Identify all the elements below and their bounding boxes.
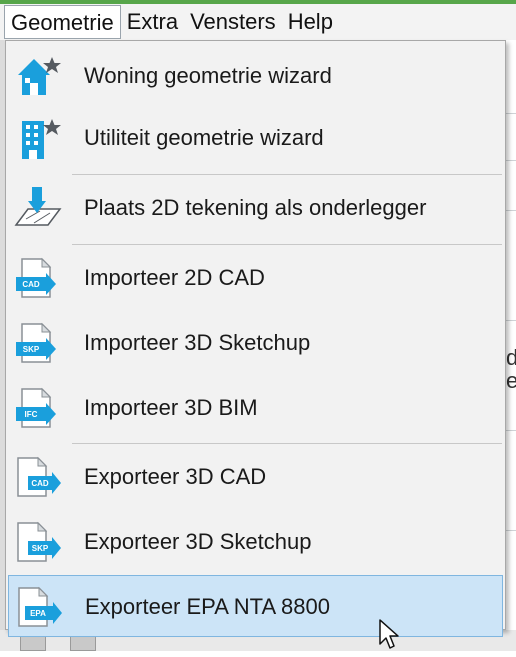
menu-separator bbox=[72, 244, 502, 245]
menu-vensters[interactable]: Vensters bbox=[184, 5, 282, 39]
svg-text:CAD: CAD bbox=[22, 280, 40, 289]
background-text: e bbox=[506, 368, 516, 393]
svg-text:EPA: EPA bbox=[30, 609, 46, 618]
menu-item-label: Importeer 3D Sketchup bbox=[84, 330, 311, 355]
place-drawing-icon bbox=[14, 185, 62, 231]
export-epa-icon: EPA bbox=[15, 584, 63, 630]
building-wizard-icon bbox=[14, 115, 62, 161]
menu-item-exporteer-3d-cad[interactable]: CAD Exporteer 3D CAD bbox=[8, 446, 503, 508]
import-skp-icon: SKP bbox=[14, 320, 62, 366]
menu-item-importeer-3d-bim[interactable]: IFC Importeer 3D BIM bbox=[8, 377, 503, 439]
import-cad-icon: CAD bbox=[14, 255, 62, 301]
menu-item-plaats-onderlegger[interactable]: Plaats 2D tekening als onderlegger bbox=[8, 177, 503, 239]
menu-item-label: Exporteer EPA NTA 8800 bbox=[85, 594, 330, 619]
export-cad-icon: CAD bbox=[14, 454, 62, 500]
svg-text:SKP: SKP bbox=[23, 345, 40, 354]
svg-text:SKP: SKP bbox=[32, 544, 49, 553]
menu-item-importeer-2d-cad[interactable]: CAD Importeer 2D CAD bbox=[8, 247, 503, 309]
import-ifc-icon: IFC bbox=[14, 385, 62, 431]
menu-extra[interactable]: Extra bbox=[121, 5, 184, 39]
svg-text:CAD: CAD bbox=[31, 479, 49, 488]
menu-item-exporteer-3d-sketchup[interactable]: SKP Exporteer 3D Sketchup bbox=[8, 511, 503, 573]
menu-help[interactable]: Help bbox=[282, 5, 339, 39]
svg-text:IFC: IFC bbox=[25, 410, 38, 419]
menu-item-label: Plaats 2D tekening als onderlegger bbox=[84, 195, 427, 220]
menu-geometrie[interactable]: Geometrie bbox=[4, 5, 121, 39]
menu-item-label: Exporteer 3D CAD bbox=[84, 464, 267, 489]
menu-item-label: Utiliteit geometrie wizard bbox=[84, 125, 324, 150]
geometrie-dropdown-menu: Woning geometrie wizard Utiliteit geomet… bbox=[5, 40, 506, 637]
menu-bar: Geometrie Extra Vensters Help bbox=[0, 4, 516, 40]
menu-item-label: Importeer 2D CAD bbox=[84, 265, 265, 290]
mouse-cursor-icon bbox=[378, 618, 404, 652]
menu-separator bbox=[72, 174, 502, 175]
export-skp-icon: SKP bbox=[14, 519, 62, 565]
menu-item-importeer-3d-sketchup[interactable]: SKP Importeer 3D Sketchup bbox=[8, 312, 503, 374]
menu-separator bbox=[72, 443, 502, 444]
menu-item-label: Exporteer 3D Sketchup bbox=[84, 529, 312, 554]
menu-item-label: Importeer 3D BIM bbox=[84, 395, 258, 420]
menu-item-exporteer-epa-nta-8800[interactable]: EPA Exporteer EPA NTA 8800 bbox=[8, 575, 503, 637]
menu-item-label: Woning geometrie wizard bbox=[84, 63, 332, 88]
menu-item-utiliteit-wizard[interactable]: Utiliteit geometrie wizard bbox=[8, 107, 503, 169]
house-wizard-icon bbox=[14, 53, 62, 99]
menu-item-woning-wizard[interactable]: Woning geometrie wizard bbox=[8, 45, 503, 107]
